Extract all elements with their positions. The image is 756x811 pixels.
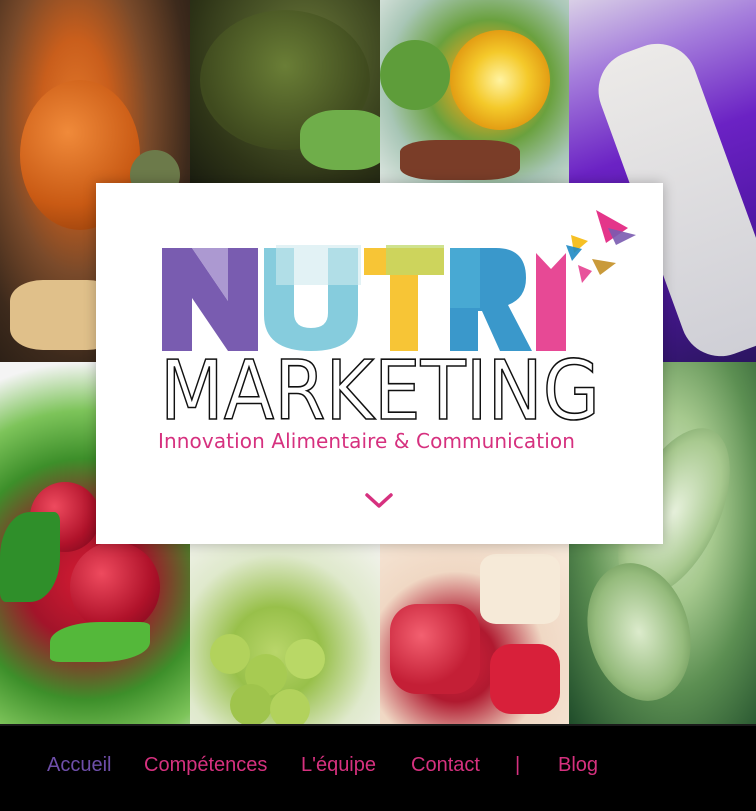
wordmark-text: MARKETING — [160, 353, 600, 433]
nav-item-blog[interactable]: Blog — [558, 754, 598, 777]
nav-item-contact[interactable]: Contact — [411, 754, 480, 777]
photo-grapes — [190, 544, 380, 724]
photo-pot-peas — [190, 0, 380, 183]
tagline: Innovation Alimentaire & Communication — [158, 429, 575, 453]
photo-apple-pieces — [380, 544, 569, 724]
nav-item-competences[interactable]: Compétences — [144, 754, 267, 777]
logo-card: MARKETING Innovation Alimentaire & Commu… — [96, 183, 663, 544]
nav-item-accueil[interactable]: Accueil — [47, 754, 111, 777]
marketing-wordmark: MARKETING — [160, 353, 600, 433]
nav-item-equipe[interactable]: L'équipe — [301, 754, 376, 777]
nutri-logo — [162, 210, 636, 351]
nav-separator: | — [515, 754, 521, 776]
chevron-down-icon[interactable] — [364, 491, 394, 511]
main-nav: Accueil Compétences L'équipe Contact | B… — [0, 724, 756, 811]
photo-lemon-dish — [380, 0, 569, 183]
